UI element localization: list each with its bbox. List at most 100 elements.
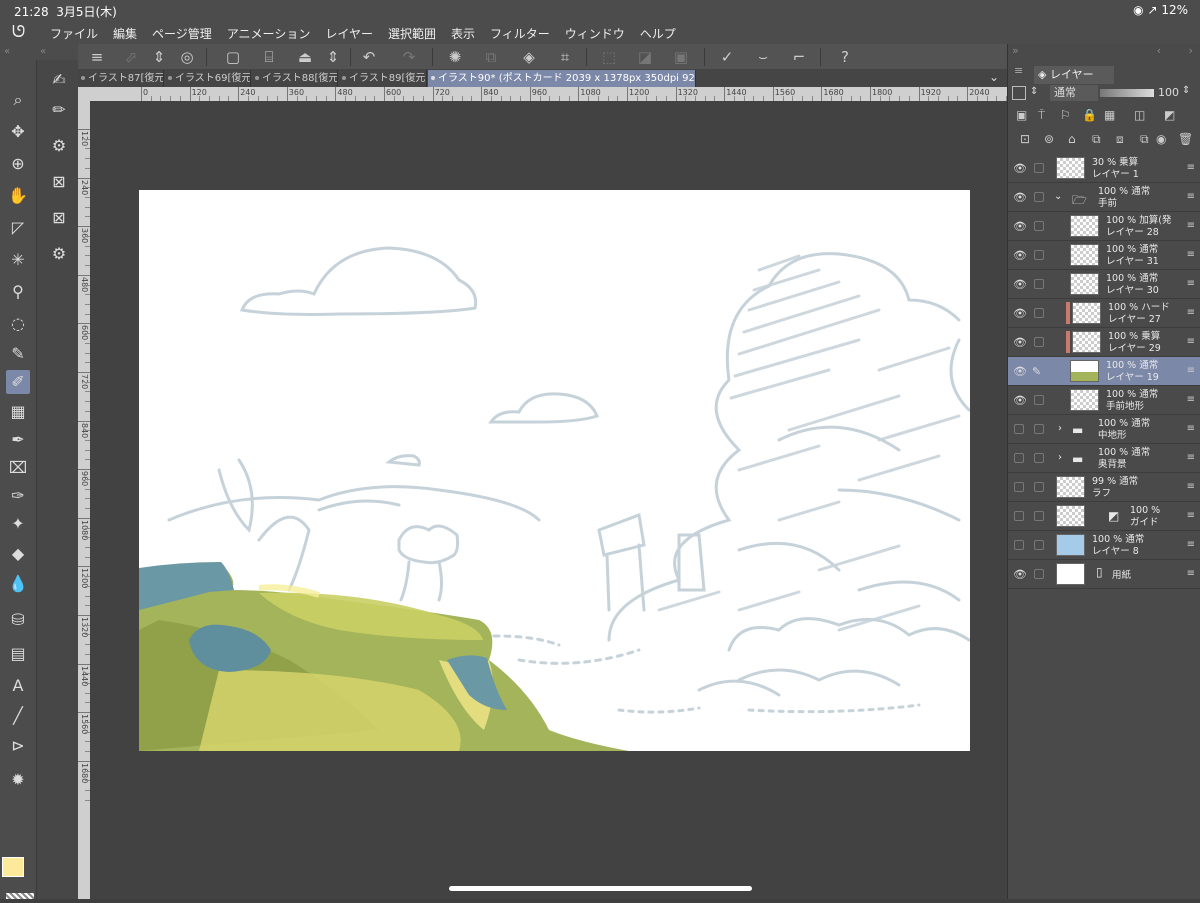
menu-file[interactable]: ファイル [50, 25, 98, 42]
subtool-settings-icon[interactable]: ⚙ [47, 242, 71, 266]
airbrush-icon[interactable]: ✒ [6, 428, 30, 452]
layer-checkbox[interactable] [1034, 337, 1044, 347]
drag-handle-icon[interactable]: ≡ [1187, 452, 1195, 463]
subtool-pen-settings-icon[interactable]: ⚙ [47, 134, 71, 158]
drag-handle-icon[interactable]: ≡ [1187, 162, 1195, 173]
chevron-down-icon[interactable]: ⌄ [1054, 191, 1062, 202]
layer-checkbox[interactable] [1034, 308, 1044, 318]
layer-checkbox[interactable] [1034, 453, 1044, 463]
line-icon[interactable]: ╱ [6, 704, 30, 728]
menu-window[interactable]: ウィンドウ [565, 25, 625, 42]
selection-border-icon[interactable]: ▣ [670, 47, 692, 67]
tab-doc-88[interactable]: イラスト88[復元 [252, 70, 338, 87]
trash-icon[interactable]: 🗑 [1178, 132, 1193, 146]
drawing-canvas[interactable] [139, 190, 970, 751]
new-vector-layer-icon[interactable]: ⊚ [1044, 132, 1054, 146]
layer-checkbox[interactable] [1034, 540, 1044, 550]
eye-icon[interactable]: 👁 [1013, 307, 1027, 320]
pen-check-icon[interactable]: ✓ [716, 47, 738, 67]
chevron-up-down-icon[interactable]: ⇕ [1030, 86, 1046, 100]
redo-icon[interactable]: ↷ [398, 47, 420, 67]
drag-handle-icon[interactable]: ≡ [1187, 394, 1195, 405]
eye-icon[interactable]: 👁 [1013, 162, 1027, 175]
layer-checkbox[interactable] [1034, 395, 1044, 405]
layer-row[interactable]: 👁 ▯ 用紙 ≡ [1008, 560, 1200, 589]
layer-checkbox[interactable] [1034, 482, 1044, 492]
layer-checkbox[interactable] [1034, 192, 1044, 202]
menu-layer[interactable]: レイヤー [325, 25, 373, 42]
layer-checkbox[interactable] [1034, 163, 1044, 173]
mask-a-icon[interactable]: ◫ [1134, 108, 1145, 122]
opacity-updown-icon[interactable]: ⇕ [1182, 85, 1190, 96]
transform-icon[interactable]: ⬀ [120, 47, 142, 67]
ruler-pen-icon[interactable]: ⌐ [788, 47, 810, 67]
eyedropper-icon[interactable]: ⚲ [6, 280, 30, 304]
layer-row[interactable]: 👁 100 % ハード レイヤー 27 ≡ [1008, 299, 1200, 328]
blend-icon[interactable]: ✑ [6, 484, 30, 508]
drag-handle-icon[interactable]: ≡ [1187, 336, 1195, 347]
tab-doc-69[interactable]: イラスト69[復元 [165, 70, 251, 87]
layer-row[interactable]: › ▬ 100 % 通常 中地形 ≡ [1008, 415, 1200, 444]
subtool-delete-b-icon[interactable]: ⊠ [47, 206, 71, 230]
fill-bucket-icon[interactable]: ⛁ [6, 608, 30, 632]
text-icon[interactable]: A [6, 674, 30, 698]
menu-help[interactable]: ヘルプ [640, 25, 676, 42]
lasso-icon[interactable]: ◌ [6, 312, 30, 336]
visibility-checkbox[interactable] [1014, 540, 1024, 550]
mask-b-icon[interactable]: ◩ [1164, 108, 1175, 122]
magic-wand-icon[interactable]: ✳ [6, 248, 30, 272]
tab-doc-89[interactable]: イラスト89[復元 [339, 70, 427, 87]
copy-icon[interactable]: ⧉ [480, 47, 502, 67]
decoration-icon[interactable]: ⌧ [6, 456, 30, 480]
merge-layer-icon[interactable]: ⧈ [1116, 132, 1124, 147]
layer-row[interactable]: 👁 100 % 乗算 レイヤー 29 ≡ [1008, 328, 1200, 357]
sparkle-icon[interactable]: ✦ [6, 512, 30, 536]
app-logo-icon[interactable]: ᘎ [12, 22, 25, 42]
collapse-subtool-icon[interactable]: « [40, 46, 46, 57]
frame-icon[interactable]: ▤ [6, 642, 30, 666]
eye-icon[interactable]: 👁 [1013, 249, 1027, 262]
layer-row[interactable]: 👁 100 % 通常 レイヤー 31 ≡ [1008, 241, 1200, 270]
drag-handle-icon[interactable]: ≡ [1187, 481, 1195, 492]
opacity-value[interactable]: 100 [1158, 86, 1179, 99]
layer-row[interactable]: 👁 30 % 乗算 レイヤー 1 ≡ [1008, 154, 1200, 183]
layer-row[interactable]: 100 % 通常 レイヤー 8 ≡ [1008, 531, 1200, 560]
new-file-icon[interactable]: ▢ [222, 47, 244, 67]
loading-icon[interactable]: ✺ [444, 47, 466, 67]
lock-icon[interactable]: 🔒 [1082, 108, 1097, 122]
visibility-checkbox[interactable] [1014, 511, 1024, 521]
drag-handle-icon[interactable]: ≡ [1187, 568, 1195, 579]
opacity-slider[interactable] [1100, 89, 1154, 97]
brush-icon[interactable]: ⌣ [752, 47, 774, 67]
tab-doc-87[interactable]: イラスト87[復元 [78, 70, 164, 87]
layer-checkbox[interactable] [1034, 569, 1044, 579]
layer-checkbox[interactable] [1034, 424, 1044, 434]
drag-handle-icon[interactable]: ≡ [1187, 539, 1195, 550]
star-icon[interactable]: ✹ [6, 768, 30, 792]
brush-tool-icon[interactable]: ▦ [6, 400, 30, 424]
layer-row[interactable]: 99 % 通常 ラフ ≡ [1008, 473, 1200, 502]
layer-row[interactable]: 👁 100 % 加算(発 レイヤー 28 ≡ [1008, 212, 1200, 241]
main-color-swatch[interactable] [2, 857, 24, 877]
arrow-left-icon[interactable]: ‹ [1157, 44, 1161, 57]
drag-handle-icon[interactable]: ≡ [1187, 278, 1195, 289]
drag-handle-icon[interactable]: ≡ [1187, 510, 1195, 521]
move-icon[interactable]: ✥ [6, 120, 30, 144]
menu-selection[interactable]: 選択範囲 [388, 25, 436, 42]
collapse-left-icon[interactable]: « [4, 46, 10, 57]
drag-handle-icon[interactable]: ≡ [1187, 191, 1195, 202]
eye-icon[interactable]: 👁 [1013, 220, 1027, 233]
eye-icon[interactable]: 👁 [1013, 568, 1027, 581]
eye-icon[interactable]: 👁 [1013, 394, 1027, 407]
layer-row[interactable]: 👁 100 % 通常 手前地形 ≡ [1008, 386, 1200, 415]
lasso-select-icon[interactable]: ◸ [6, 216, 30, 240]
draft-icon[interactable]: ⚐ [1060, 108, 1071, 122]
arrow-right-icon[interactable]: › [1189, 44, 1193, 57]
drag-handle-icon[interactable]: ≡ [1187, 365, 1195, 376]
layer-checkbox[interactable] [1034, 250, 1044, 260]
layer-checkbox[interactable] [1034, 221, 1044, 231]
blend-mode-select[interactable]: 通常 [1050, 85, 1098, 101]
copy-layer-icon[interactable]: ⧉ [1092, 132, 1101, 147]
drag-handle-icon[interactable]: ≡ [1187, 249, 1195, 260]
save-updown-icon[interactable]: ⇕ [322, 47, 344, 67]
